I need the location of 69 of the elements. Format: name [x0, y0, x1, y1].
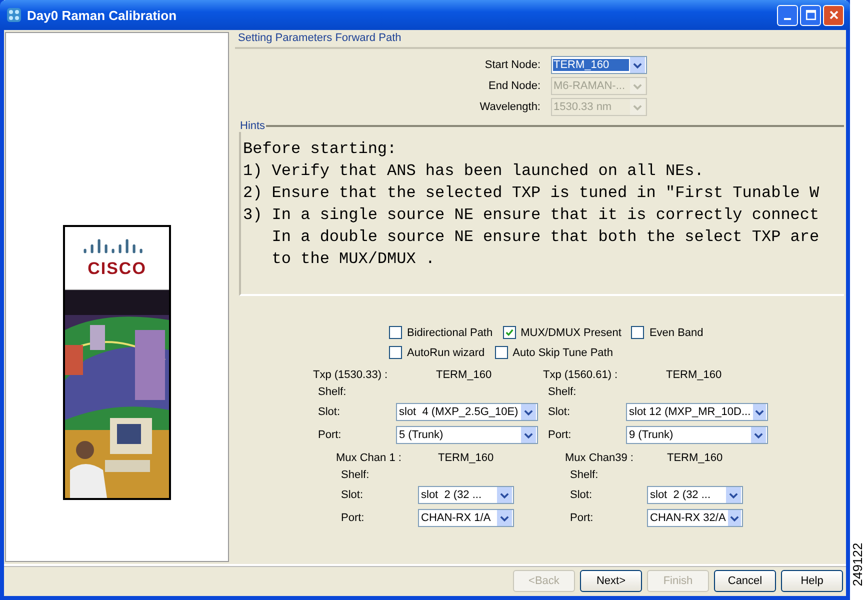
checkbox-option[interactable]: MUX/DMUX Present — [502, 326, 622, 339]
dropdown[interactable]: TERM_160 — [550, 56, 646, 74]
caret-icon — [754, 408, 764, 416]
transponder-label: Txp (1560.61) : — [543, 369, 619, 381]
caret-icon — [632, 82, 642, 90]
minimize-button[interactable] — [777, 4, 798, 26]
caret-icon — [729, 490, 738, 500]
port-dropdown[interactable]: CHAN-RX 1/A — [418, 509, 514, 527]
field-label: Shelf: — [569, 469, 600, 481]
port-dropdown[interactable]: 9 (Trunk) — [626, 426, 768, 444]
port-dropdown[interactable]: 5 (Trunk) — [396, 426, 538, 444]
field-label: Shelf: — [547, 386, 578, 398]
slot-dropdown[interactable]: slot 2 (32 ... — [418, 486, 514, 504]
slot-dropdown[interactable]: slot 12 (MXP_MR_10D... — [626, 403, 768, 421]
caret-icon — [632, 102, 642, 112]
check-icon — [504, 328, 514, 337]
node-name: TERM_160 — [435, 369, 493, 381]
node-name: TERM_160 — [665, 369, 723, 381]
caret-icon — [730, 514, 739, 522]
minimize-icon — [784, 18, 791, 20]
hint-line: 3) In a single source NE ensure that it is correctly connect — [243, 205, 820, 226]
wizard-button[interactable]: Next> — [580, 570, 642, 592]
hints-title: Hints — [239, 120, 266, 132]
caret-icon — [524, 408, 533, 416]
wizard-button[interactable]: Help — [781, 570, 843, 592]
hint-line: 1) Verify that ANS has been launched on all NEs. — [243, 161, 705, 182]
maximize-button[interactable] — [800, 4, 821, 26]
caret-icon — [754, 430, 763, 440]
field-label: Slot: — [340, 489, 364, 501]
node-name: TERM_160 — [437, 452, 495, 464]
maximize-icon — [804, 8, 818, 22]
field-label: End Node: — [488, 80, 540, 92]
field-label: Slot: — [317, 406, 342, 418]
field-label: Slot: — [569, 489, 594, 501]
hint-line: 2) Ensure that the selected TXP is tuned in "First Tunable W — [243, 183, 820, 204]
field-label: Port: — [317, 429, 342, 441]
checkbox-option[interactable]: Auto Skip Tune Path — [494, 346, 613, 359]
caret-icon — [500, 490, 509, 500]
checkbox-option[interactable]: AutoRun wizard — [389, 346, 485, 359]
checkbox-option[interactable]: Bidirectional Path — [389, 326, 493, 339]
field-label: Shelf: — [340, 469, 370, 481]
caret-icon — [524, 430, 533, 440]
caret-icon — [500, 514, 509, 522]
mux-channel-label: Mux Chan39 : — [565, 452, 634, 464]
field-label: Start Node: — [484, 59, 540, 71]
node-name: TERM_160 — [666, 452, 724, 464]
close-button[interactable] — [823, 4, 844, 26]
hint-line: Before starting: — [243, 139, 398, 160]
app-icon — [6, 7, 22, 23]
caret-icon — [632, 60, 642, 70]
field-label: Slot: — [547, 406, 572, 418]
field-label: Port: — [340, 512, 366, 524]
field-label: Port: — [547, 429, 572, 441]
hint-line: to the MUX/DMUX . — [270, 249, 436, 270]
port-dropdown[interactable]: CHAN-RX 32/A — [647, 509, 743, 527]
checkbox-option[interactable]: Even Band — [631, 326, 704, 339]
field-label: Port: — [569, 512, 594, 524]
figure-number: 249122 — [850, 542, 866, 586]
wizard-button[interactable]: Cancel — [714, 570, 776, 592]
slot-dropdown[interactable]: slot 4 (MXP_2.5G_10E) — [396, 403, 538, 421]
hint-line: In a double source NE ensure that both the select TXP are — [270, 227, 820, 248]
transponder-label: Txp (1530.33) : — [313, 369, 389, 381]
section-title: Setting Parameters Forward Path — [235, 32, 846, 49]
slot-dropdown[interactable]: slot 2 (32 ... — [647, 486, 743, 504]
logo-text: CISCO — [88, 258, 146, 278]
mux-channel-label: Mux Chan 1 : — [336, 452, 402, 464]
field-label: Wavelength: — [478, 101, 540, 113]
window-title: Day0 Raman Calibration — [27, 8, 178, 22]
field-label: Shelf: — [317, 386, 348, 398]
